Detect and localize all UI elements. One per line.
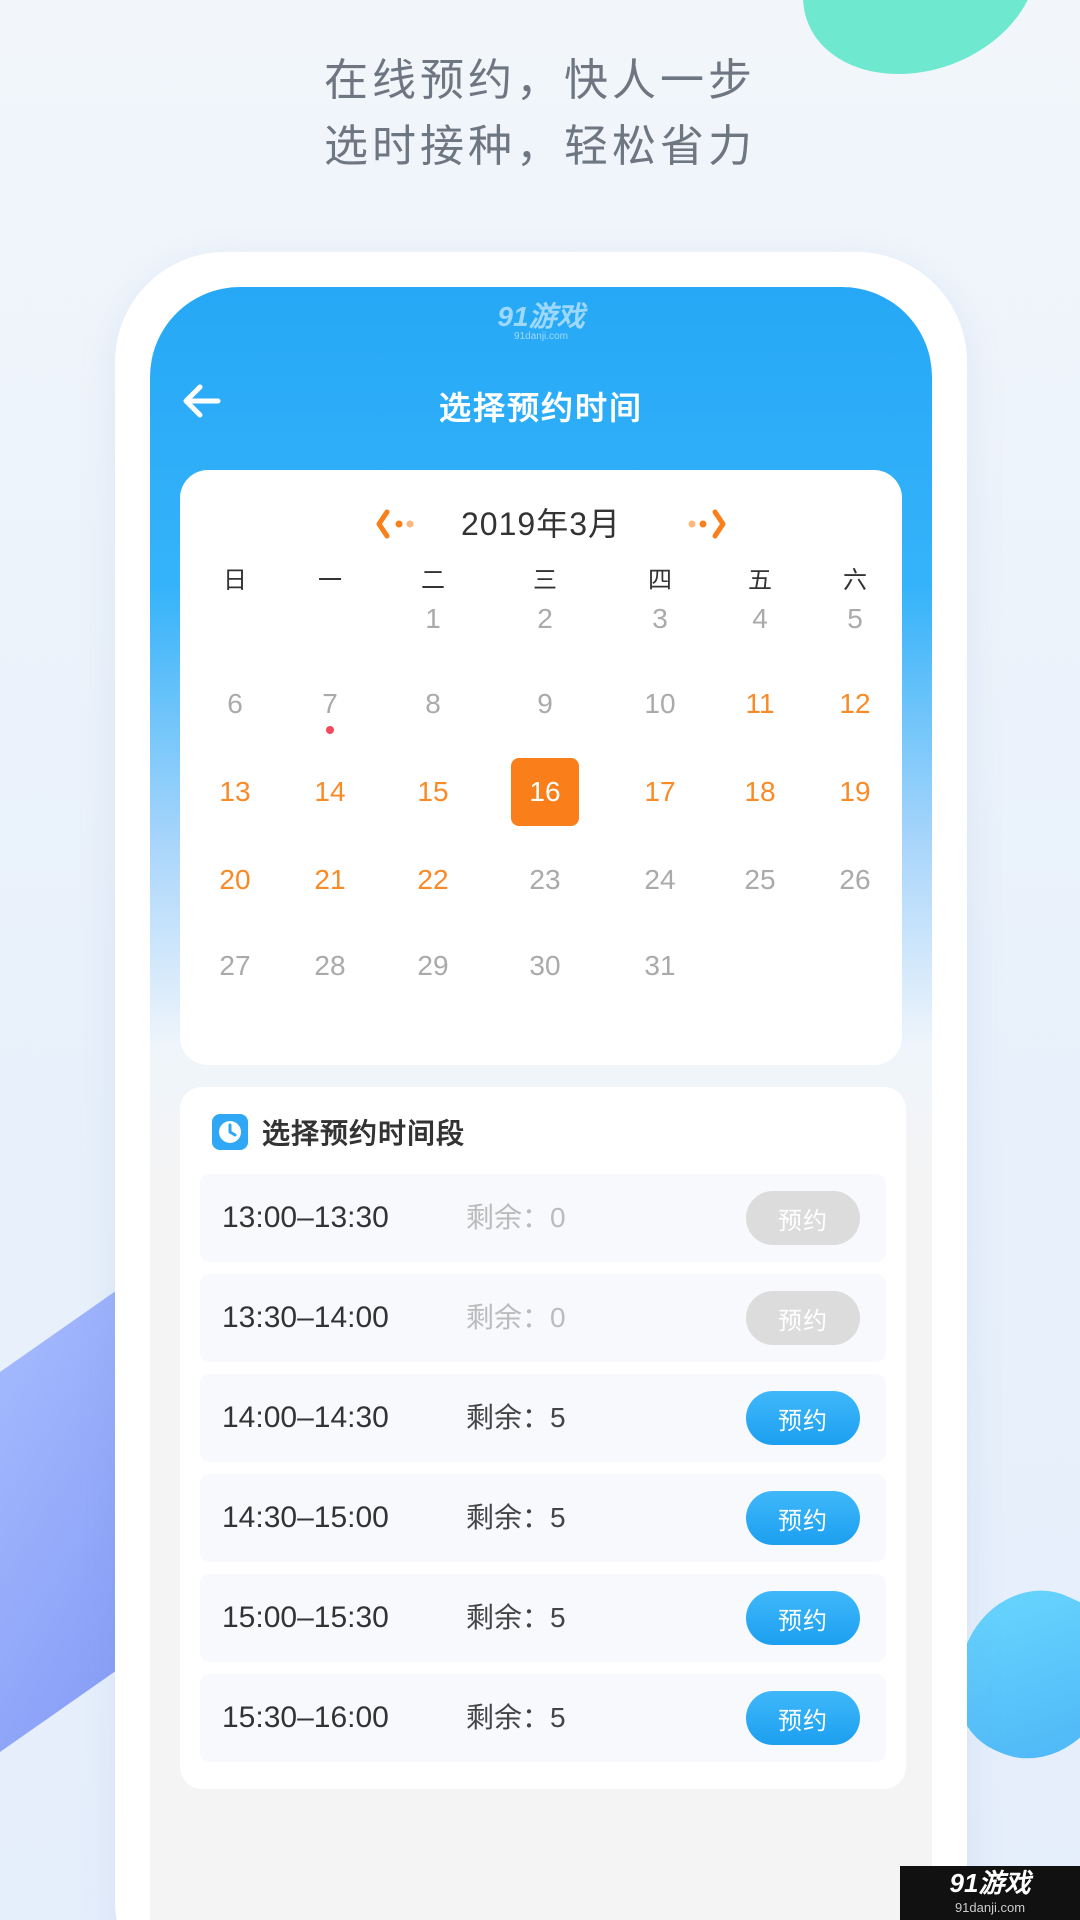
calendar-day: 3 <box>652 603 668 634</box>
calendar-day: 2 <box>537 603 553 634</box>
calendar-day: 10 <box>644 688 676 719</box>
time-slot-row: 13:00–13:30 剩余：0 预约 <box>200 1174 886 1262</box>
slot-time: 14:30–15:00 <box>222 1501 389 1534</box>
slot-time: 14:00–14:30 <box>222 1401 389 1434</box>
slot-remaining: 剩余：5 <box>466 1702 566 1733</box>
slot-remaining: 剩余：0 <box>466 1202 566 1233</box>
status-logo: 91游戏 91danji.com <box>150 295 932 342</box>
calendar-day: 28 <box>314 950 346 981</box>
calendar-day: 27 <box>219 950 251 981</box>
time-slot-row: 15:30–16:00 剩余：5 预约 <box>200 1674 886 1762</box>
slot-time: 15:30–16:00 <box>222 1701 389 1734</box>
book-button[interactable]: 预约 <box>746 1591 860 1645</box>
slogan-line-2: 选时接种，轻松省力 <box>324 122 756 171</box>
calendar-day-selected[interactable]: 16 <box>511 758 579 826</box>
weekday-label: 一 <box>318 567 342 594</box>
calendar-day: 24 <box>644 864 676 895</box>
status-logo-text: 91游戏 <box>497 301 585 332</box>
status-logo-sub: 91danji.com <box>514 331 568 342</box>
calendar-day: 4 <box>752 603 768 634</box>
watermark: 91游戏 91danji.com <box>900 1866 1080 1920</box>
time-slot-row: 15:00–15:30 剩余：5 预约 <box>200 1574 886 1662</box>
calendar-day: 23 <box>529 864 561 895</box>
month-title: 2019年3月 <box>461 506 621 542</box>
month-navigator: 2019年3月 <box>180 500 902 548</box>
calendar-day[interactable]: 13 <box>195 758 275 826</box>
calendar-day: 6 <box>227 688 243 719</box>
calendar-day[interactable]: 20 <box>195 846 275 914</box>
slot-title: 选择预约时间段 <box>262 1118 466 1149</box>
time-slot-row: 13:30–14:00 剩余：0 预约 <box>200 1274 886 1362</box>
slot-remaining: 剩余：5 <box>466 1502 566 1533</box>
calendar-day[interactable]: 19 <box>815 758 895 826</box>
slot-time: 13:30–14:00 <box>222 1301 389 1334</box>
weekday-label: 日 <box>223 567 247 594</box>
calendar-day[interactable]: 18 <box>720 758 800 826</box>
clock-icon <box>212 1114 248 1150</box>
calendar-day: 1 <box>425 603 441 634</box>
calendar-day: 26 <box>839 864 871 895</box>
calendar-day[interactable]: 14 <box>290 758 370 826</box>
time-slot-row: 14:30–15:00 剩余：5 预约 <box>200 1474 886 1562</box>
chevron-left-icon[interactable] <box>375 508 419 540</box>
app-screen: 91游戏 91danji.com 选择预约时间 2019年3月 日一二三四五六 … <box>150 287 932 1920</box>
calendar-day: 8 <box>425 688 441 719</box>
slot-time: 15:00–15:30 <box>222 1601 389 1634</box>
calendar-day[interactable]: 15 <box>393 758 473 826</box>
book-button[interactable]: 预约 <box>746 1191 860 1245</box>
watermark-logo: 91游戏 <box>949 1868 1031 1898</box>
book-button[interactable]: 预约 <box>746 1491 860 1545</box>
time-slot-row: 14:00–14:30 剩余：5 预约 <box>200 1374 886 1462</box>
calendar-day: 25 <box>744 864 776 895</box>
calendar-day[interactable]: 12 <box>815 670 895 738</box>
slogan-line-1: 在线预约，快人一步 <box>324 56 756 105</box>
calendar-day: 9 <box>537 688 553 719</box>
book-button[interactable]: 预约 <box>746 1691 860 1745</box>
page-title: 选择预约时间 <box>438 390 643 426</box>
calendar-day: 29 <box>417 950 449 981</box>
book-button[interactable]: 预约 <box>746 1391 860 1445</box>
slot-remaining: 剩余：5 <box>466 1602 566 1633</box>
calendar-day[interactable]: 11 <box>720 670 800 738</box>
calendar-day[interactable]: 17 <box>620 758 700 826</box>
slot-time: 13:00–13:30 <box>222 1201 389 1234</box>
calendar-mark-dot <box>326 726 334 734</box>
book-button[interactable]: 预约 <box>746 1291 860 1345</box>
calendar-day: 30 <box>529 950 561 981</box>
slot-remaining: 剩余：0 <box>466 1302 566 1333</box>
calendar-day[interactable]: 21 <box>290 846 370 914</box>
calendar-day[interactable]: 22 <box>393 846 473 914</box>
calendar-day: 5 <box>847 603 863 634</box>
chevron-right-icon[interactable] <box>683 508 727 540</box>
calendar-card: 2019年3月 日一二三四五六 1 2 3 4 5 6 7 8 9 10 11 12 13 14 15 16 1… <box>180 470 902 1065</box>
slot-header: 选择预约时间段 <box>212 1113 465 1151</box>
watermark-url: 91danji.com <box>954 1900 1026 1915</box>
calendar-day: 31 <box>644 950 676 981</box>
slot-remaining: 剩余：5 <box>466 1402 566 1433</box>
time-slot-card: 选择预约时间段 13:00–13:30 剩余：0 预约 13:30–14:00 剩余：0… <box>180 1087 906 1789</box>
